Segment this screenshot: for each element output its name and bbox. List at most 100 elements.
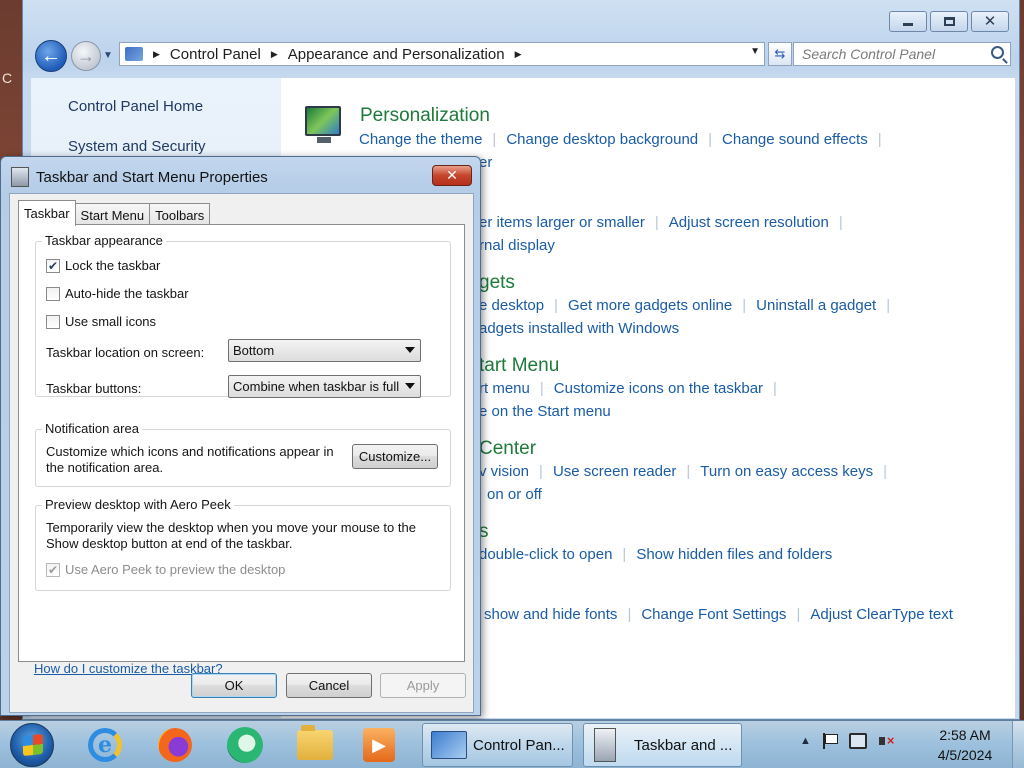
category-links-gadgets: e desktop | Get more gadgets online | Uninst…: [479, 297, 891, 314]
show-hidden-icons-button[interactable]: ▲: [800, 735, 811, 747]
dialog-tabs: Taskbar Start Menu Toolbars: [18, 200, 211, 226]
pinned-chat-app[interactable]: [222, 725, 268, 765]
action-center-icon[interactable]: [822, 733, 838, 749]
link-text-size[interactable]: er items larger or smaller: [479, 214, 645, 231]
link-show-hide-fonts[interactable]: show and hide fonts: [484, 606, 617, 623]
close-window-button[interactable]: ✕: [971, 11, 1009, 32]
taskbar-task-taskbar-properties[interactable]: Taskbar and ...: [583, 723, 742, 767]
taskbar-location-select[interactable]: Bottom: [228, 339, 421, 362]
category-links-display-2: rnal display: [479, 237, 555, 254]
link-customize-start[interactable]: rt menu: [479, 380, 530, 397]
small-icons-row[interactable]: Use small icons: [46, 314, 156, 329]
ok-button[interactable]: OK: [191, 673, 277, 698]
link-adjust-resolution[interactable]: Adjust screen resolution: [669, 214, 829, 231]
maximize-button[interactable]: [930, 11, 968, 32]
category-links-fonts: show and hide fonts | Change Font Settings…: [484, 606, 953, 623]
chevron-right-icon[interactable]: ▶: [271, 49, 278, 60]
taskbar: e ▶ Control Pan... Taskbar and ... ▲ 2:5…: [0, 720, 1024, 768]
chevron-right-icon[interactable]: ▶: [515, 49, 522, 60]
category-title-gadgets[interactable]: gets: [479, 272, 515, 294]
lock-taskbar-row[interactable]: ✔ Lock the taskbar: [46, 258, 160, 273]
category-links-ease: v vision | Use screen reader | Turn on easy …: [479, 463, 888, 480]
link-partial[interactable]: er: [479, 154, 492, 171]
customize-button[interactable]: Customize...: [352, 444, 438, 469]
nav-link-system-security[interactable]: System and Security: [68, 138, 206, 155]
clock-date: 4/5/2024: [937, 747, 993, 763]
minimize-icon: [903, 23, 913, 26]
small-icons-checkbox[interactable]: [46, 314, 60, 329]
address-dropdown-icon[interactable]: ▼: [750, 46, 760, 57]
pinned-internet-explorer[interactable]: e: [82, 725, 128, 765]
taskbar-appearance-group: Taskbar appearance ✔ Lock the taskbar Au…: [35, 233, 451, 398]
nav-link-control-panel-home[interactable]: Control Panel Home: [68, 98, 203, 115]
search-icon[interactable]: [991, 46, 1004, 59]
taskbar-properties-icon: [11, 167, 29, 187]
link-easy-access-keys[interactable]: Turn on easy access keys: [700, 463, 873, 480]
personalization-icon: [305, 106, 341, 143]
taskbar-task-control-panel[interactable]: Control Pan...: [422, 723, 573, 767]
link-add-gadgets[interactable]: e desktop: [479, 297, 544, 314]
breadcrumb-control-panel[interactable]: Control Panel: [170, 46, 261, 63]
close-icon: ✕: [446, 167, 458, 183]
breadcrumb-appearance[interactable]: Appearance and Personalization: [288, 46, 505, 63]
recent-pages-button[interactable]: ▼: [103, 50, 113, 61]
taskbar-location-value: Bottom: [233, 343, 275, 358]
category-title-ease-of-access[interactable]: Center: [479, 438, 536, 460]
dialog-close-button[interactable]: ✕: [432, 165, 472, 186]
lock-taskbar-checkbox[interactable]: ✔: [46, 258, 60, 273]
category-title-personalization[interactable]: Personalization: [360, 105, 490, 127]
link-cleartype[interactable]: Adjust ClearType text: [810, 606, 953, 623]
aero-peek-checkbox: ✔: [46, 562, 60, 577]
pinned-firefox[interactable]: [152, 725, 198, 765]
windows-logo-icon: [23, 733, 43, 757]
taskbar-properties-icon: [594, 728, 616, 762]
system-clock[interactable]: 2:58 AM 4/5/2024: [930, 725, 1000, 765]
category-links-gadgets-2: adgets installed with Windows: [479, 320, 679, 337]
chevron-right-icon[interactable]: ▶: [153, 49, 160, 60]
category-links-display: er items larger or smaller | Adjust screen…: [479, 214, 843, 231]
link-font-settings[interactable]: Change Font Settings: [641, 606, 786, 623]
taskbar-buttons-value: Combine when taskbar is full: [233, 379, 400, 394]
pinned-media-player[interactable]: ▶: [356, 725, 402, 765]
minimize-button[interactable]: [889, 11, 927, 32]
category-title-taskbar-start[interactable]: tart Menu: [479, 355, 559, 377]
search-placeholder: Search Control Panel: [802, 46, 936, 62]
link-show-hidden-files[interactable]: Show hidden files and folders: [636, 546, 832, 563]
category-links-personalization-2: er: [479, 154, 492, 171]
link-get-more-gadgets[interactable]: Get more gadgets online: [568, 297, 732, 314]
refresh-button[interactable]: ⇆: [768, 42, 792, 66]
pinned-file-explorer[interactable]: [292, 725, 338, 765]
start-button[interactable]: [10, 723, 54, 767]
volume-muted-icon[interactable]: [878, 733, 895, 749]
category-links-folder: double-click to open | Show hidden files a…: [479, 546, 833, 563]
link-double-click[interactable]: double-click to open: [479, 546, 612, 563]
close-icon: ✕: [983, 13, 997, 30]
address-bar[interactable]: ▶ Control Panel ▶ Appearance and Persona…: [119, 42, 765, 66]
link-change-theme[interactable]: Change the theme: [359, 131, 482, 148]
network-icon[interactable]: [848, 733, 867, 749]
link-uninstall-gadget[interactable]: Uninstall a gadget: [756, 297, 876, 314]
notification-description: Customize which icons and notifications …: [46, 444, 334, 475]
arrow-right-icon: →: [77, 45, 95, 66]
link-external-display[interactable]: rnal display: [479, 237, 555, 254]
forward-button[interactable]: →: [71, 41, 101, 71]
link-customize-taskbar-icons[interactable]: Customize icons on the taskbar: [554, 380, 763, 397]
auto-hide-checkbox[interactable]: [46, 286, 60, 301]
tab-start-menu[interactable]: Start Menu: [74, 203, 151, 225]
tab-toolbars[interactable]: Toolbars: [149, 203, 211, 225]
taskbar-buttons-select[interactable]: Combine when taskbar is full: [228, 375, 421, 398]
tab-taskbar[interactable]: Taskbar: [18, 200, 76, 226]
link-high-contrast[interactable]: on or off: [487, 486, 542, 503]
link-change-sound-effects[interactable]: Change sound effects: [722, 131, 868, 148]
link-change-desktop-background[interactable]: Change desktop background: [506, 131, 698, 148]
link-screen-reader[interactable]: Use screen reader: [553, 463, 676, 480]
link-start-menu-pictures[interactable]: e on the Start menu: [479, 403, 611, 420]
auto-hide-row[interactable]: Auto-hide the taskbar: [46, 286, 189, 301]
show-desktop-button[interactable]: [1012, 721, 1024, 768]
cancel-button[interactable]: Cancel: [286, 673, 372, 698]
link-low-vision[interactable]: v vision: [479, 463, 529, 480]
apply-button[interactable]: Apply: [380, 673, 466, 698]
search-input[interactable]: Search Control Panel: [793, 42, 1011, 66]
back-button[interactable]: ←: [35, 40, 67, 72]
link-restore-gadgets[interactable]: adgets installed with Windows: [479, 320, 679, 337]
